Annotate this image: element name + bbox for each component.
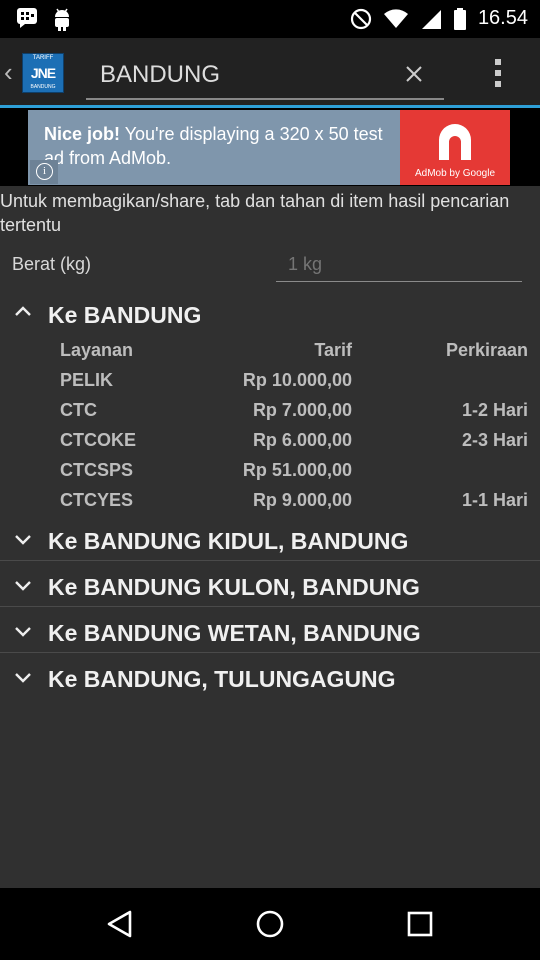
logo-top-text: TARIFF [32,55,54,61]
bbm-icon [17,8,37,28]
table-row[interactable]: CTCYES Rp 9.000,00 1-1 Hari [0,486,540,516]
service-cell: CTCSPS [60,460,134,480]
group-header-collapsed[interactable]: Ke BANDUNG KULON, BANDUNG [0,564,540,610]
clock: 16.54 [477,7,528,29]
admob-brand-panel: AdMob by Google [400,110,510,185]
group-header-expanded[interactable]: Ke BANDUNG [0,292,540,338]
admob-logo-icon [439,124,471,160]
group-title: Ke BANDUNG, TULUNGAGUNG [48,666,396,692]
weight-label: Berat (kg) [12,254,92,274]
home-icon[interactable] [252,906,288,942]
table-row[interactable]: CTC Rp 7.000,00 1-2 Hari [0,396,540,426]
divider [0,606,540,607]
group-title: Ke BANDUNG KULON, BANDUNG [48,574,420,600]
table-row[interactable]: CTCOKE Rp 6.000,00 2-3 Hari [0,426,540,456]
group-header-collapsed[interactable]: Ke BANDUNG WETAN, BANDUNG [0,610,540,656]
back-icon[interactable] [102,906,138,942]
clear-search-icon[interactable] [400,60,428,88]
overflow-menu-icon[interactable] [486,56,510,92]
signal-icon [421,9,441,29]
ad-headline: Nice job! [44,124,121,144]
chevron-down-icon [15,581,31,591]
ad-banner[interactable]: Nice job! You're displaying a 320 x 50 t… [28,110,510,185]
header-tarif: Tarif [314,340,352,360]
wifi-icon [383,8,408,28]
battery-icon [453,7,466,30]
app-logo[interactable]: TARIFF JNE BANDUNG [22,53,64,93]
divider [0,560,540,561]
estimate-cell: 1-2 Hari [461,400,528,420]
ad-info-button[interactable]: i [30,160,58,184]
tariff-cell: Rp 7.000,00 [252,400,352,420]
estimate-cell: 1-1 Hari [461,490,528,510]
tariff-cell: Rp 10.000,00 [242,370,352,390]
back-chevron-icon[interactable]: ‹ [4,58,18,86]
recent-apps-icon[interactable] [402,906,438,942]
weight-input[interactable] [276,248,522,282]
group-title: Ke BANDUNG KIDUL, BANDUNG [48,528,409,554]
android-icon [55,8,69,31]
service-cell: PELIK [60,370,114,390]
service-cell: CTCYES [60,490,134,510]
logo-bottom-text: BANDUNG [30,84,56,90]
estimate-cell: 2-3 Hari [461,430,528,450]
tariff-cell: Rp 51.000,00 [242,460,352,480]
chevron-up-icon [15,306,31,316]
header-layanan: Layanan [60,340,134,360]
table-header-row: Layanan Tarif Perkiraan [0,336,540,366]
logo-brand-text: JNE [30,65,56,81]
tariff-cell: Rp 6.000,00 [252,430,352,450]
group-header-collapsed[interactable]: Ke BANDUNG, TULUNGAGUNG [0,656,540,702]
info-icon: i [36,163,53,180]
status-bar: 16.54 [0,0,540,38]
chevron-down-icon [15,535,31,545]
header-perkiraan: Perkiraan [445,340,528,360]
table-row[interactable]: CTCSPS Rp 51.000,00 [0,456,540,486]
service-cell: CTC [60,400,97,420]
divider [0,652,540,653]
service-cell: CTCOKE [60,430,136,450]
chevron-down-icon [15,627,31,637]
ad-brand-text: AdMob by Google [414,168,496,179]
search-input[interactable] [86,52,444,100]
navigation-bar [0,888,540,960]
table-row[interactable]: PELIK Rp 10.000,00 [0,366,540,396]
group-header-collapsed[interactable]: Ke BANDUNG KIDUL, BANDUNG [0,518,540,564]
share-hint-text: Untuk membagikan/share, tab dan tahan di… [0,191,510,235]
group-title: Ke BANDUNG WETAN, BANDUNG [48,620,421,646]
tariff-cell: Rp 9.000,00 [252,490,352,510]
content-area: Untuk membagikan/share, tab dan tahan di… [0,186,540,888]
ad-text: Nice job! You're displaying a 320 x 50 t… [44,122,394,170]
action-bar: ‹ TARIFF JNE BANDUNG [0,38,540,108]
group-title: Ke BANDUNG [48,302,202,328]
chevron-down-icon [15,673,31,683]
do-not-disturb-icon [350,8,372,29]
